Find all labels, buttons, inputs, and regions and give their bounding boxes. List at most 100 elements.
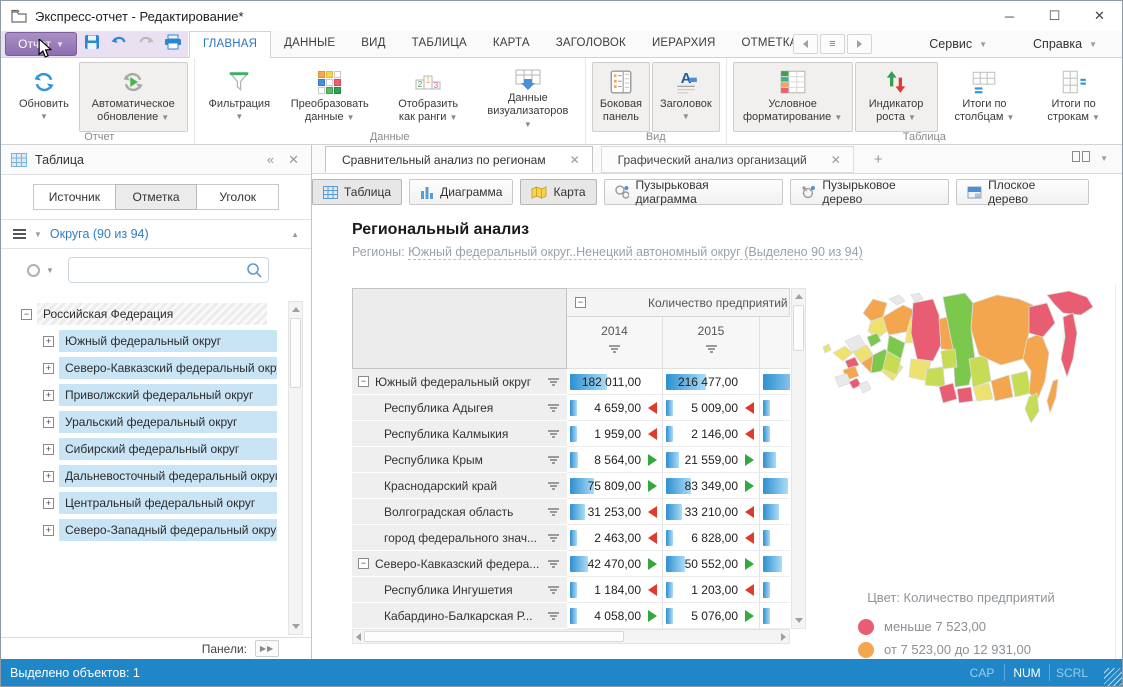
collapse-section-icon[interactable]: ▲ [291, 230, 299, 239]
filter-button[interactable]: Фильтрация ▼ [201, 62, 278, 132]
value-cell-partial[interactable] [760, 525, 790, 551]
value-cell-2014[interactable]: 42 470,00 [567, 551, 663, 577]
save-button[interactable] [83, 33, 101, 51]
tree-item[interactable]: +Дальневосточный федеральный округ [11, 463, 311, 489]
collapse-panel-icon[interactable]: « [267, 152, 274, 168]
filter-icon[interactable] [548, 456, 559, 464]
search-icon[interactable] [246, 262, 263, 279]
visualizer-data-button[interactable]: Данные визуализаторов ▼ [477, 62, 579, 132]
value-cell-partial[interactable] [760, 499, 790, 525]
new-tab-icon[interactable]: + [874, 151, 883, 168]
tab-mark[interactable]: Отметка [115, 184, 198, 210]
value-cell-2014[interactable]: 4 058,00 [567, 603, 663, 629]
table-row[interactable]: −Южный федеральный округ182 011,00216 47… [352, 369, 790, 395]
expand-icon[interactable]: + [43, 471, 54, 482]
row-header-cell[interactable]: Республика Крым [352, 447, 567, 473]
table-row[interactable]: Кабардино-Балкарская Р...4 058,005 076,0… [352, 603, 790, 629]
selection-mode-icon[interactable] [27, 264, 40, 277]
scroll-up-icon[interactable] [289, 302, 302, 317]
row-header-cell[interactable]: Республика Калмыкия [352, 421, 567, 447]
expand-icon[interactable]: + [43, 498, 54, 509]
value-cell-2015[interactable]: 33 210,00 [663, 499, 760, 525]
filter-icon[interactable] [548, 404, 559, 412]
show-as-ranks-button[interactable]: 213 Отобразить как ранги ▼ [381, 62, 474, 132]
split-view-control[interactable]: ▼ [1072, 151, 1108, 165]
redo-button[interactable] [137, 33, 155, 51]
table-row[interactable]: Краснодарский край75 809,0083 349,00 [352, 473, 790, 499]
ribbon-tab-view[interactable]: ВИД [348, 31, 398, 57]
ribbon-tab-table[interactable]: ТАБЛИЦА [399, 31, 480, 57]
tree-item[interactable]: +Северо-Западный федеральный округ [11, 517, 311, 543]
side-panel-button[interactable]: Боковая панель [592, 62, 650, 132]
value-cell-2014[interactable]: 8 564,00 [567, 447, 663, 473]
minimize-icon[interactable]: ─ [987, 1, 1032, 31]
value-cell-partial[interactable] [760, 421, 790, 447]
row-header-cell[interactable]: город федерального знач... [352, 525, 567, 551]
tab-source[interactable]: Источник [33, 184, 116, 210]
ribbon-tab-main[interactable]: ГЛАВНАЯ [189, 31, 271, 58]
subtitle-link[interactable]: Южный федеральный округ..Ненецкий автоно… [408, 245, 863, 260]
value-cell-2014[interactable]: 2 463,00 [567, 525, 663, 551]
print-button[interactable] [164, 33, 182, 51]
tree-item[interactable]: +Центральный федеральный округ [11, 490, 311, 516]
close-icon[interactable]: ✕ [1077, 1, 1122, 31]
filter-icon[interactable] [548, 430, 559, 438]
ribbon-tab-hierarchy[interactable]: ИЕРАРХИЯ [639, 31, 729, 57]
value-cell-partial[interactable] [760, 551, 790, 577]
expand-icon[interactable]: + [43, 417, 54, 428]
value-cell-partial[interactable] [760, 577, 790, 603]
value-cell-2015[interactable]: 1 203,00 [663, 577, 760, 603]
value-cell-2015[interactable]: 6 828,00 [663, 525, 760, 551]
row-header-cell[interactable]: Волгоградская область [352, 499, 567, 525]
collapse-icon[interactable]: − [21, 309, 32, 320]
value-cell-partial[interactable] [760, 603, 790, 629]
maximize-icon[interactable]: ☐ [1032, 1, 1077, 31]
filter-icon[interactable] [706, 345, 717, 353]
row-header-cell[interactable]: Кабардино-Балкарская Р... [352, 603, 567, 629]
row-header-cell[interactable]: −Северо-Кавказский федера... [352, 551, 567, 577]
conditional-formatting-button[interactable]: Условное форматирование ▼ [733, 62, 853, 132]
table-row[interactable]: Волгоградская область31 253,0033 210,00 [352, 499, 790, 525]
hamburger-icon[interactable] [13, 229, 26, 239]
value-cell-2015[interactable]: 5 009,00 [663, 395, 760, 421]
filter-icon[interactable] [548, 560, 559, 568]
service-menu[interactable]: Сервис▼ [929, 31, 987, 57]
scroll-left-icon[interactable] [356, 633, 361, 641]
transform-data-button[interactable]: Преобразовать данные ▼ [280, 62, 379, 132]
tree-item[interactable]: +Северо-Кавказский федеральный округ [11, 355, 311, 381]
value-cell-2014[interactable]: 182 011,00 [567, 369, 663, 395]
resize-grip[interactable] [1104, 668, 1122, 686]
chevron-down-icon[interactable]: ▼ [46, 266, 54, 275]
view-flat-tree-button[interactable]: Плоское дерево [956, 179, 1089, 205]
ribbon-tab-header[interactable]: ЗАГОЛОВОК [543, 31, 639, 57]
value-cell-partial[interactable] [760, 369, 790, 395]
filter-icon[interactable] [609, 345, 620, 353]
view-chart-button[interactable]: Диаграмма [409, 179, 513, 205]
table-row[interactable]: Республика Ингушетия1 184,001 203,00 [352, 577, 790, 603]
close-tab-icon[interactable]: ✕ [831, 153, 841, 167]
ribbon-tab-data[interactable]: ДАННЫЕ [271, 31, 348, 57]
tree-scrollbar[interactable] [288, 301, 303, 635]
table-horizontal-scrollbar[interactable] [352, 629, 790, 644]
close-tab-icon[interactable]: ✕ [570, 153, 580, 167]
row-header-cell[interactable]: Краснодарский край [352, 473, 567, 499]
expand-icon[interactable]: + [43, 444, 54, 455]
tab-scroll-right-button[interactable] [847, 34, 872, 54]
expand-icon[interactable]: + [43, 363, 54, 374]
column-header-2014[interactable]: 2014 [567, 317, 663, 369]
value-cell-2014[interactable]: 4 659,00 [567, 395, 663, 421]
ribbon-tab-map[interactable]: КАРТА [480, 31, 543, 57]
expand-icon[interactable]: + [43, 525, 54, 536]
filter-icon[interactable] [548, 534, 559, 542]
value-cell-2015[interactable]: 83 349,00 [663, 473, 760, 499]
header-button[interactable]: A Заголовок ▼ [652, 62, 720, 132]
view-table-button[interactable]: Таблица [312, 179, 402, 205]
table-row[interactable]: Республика Калмыкия1 959,002 146,00 [352, 421, 790, 447]
scroll-right-icon[interactable] [781, 633, 786, 641]
collapse-icon[interactable]: − [358, 558, 369, 569]
row-header-cell[interactable]: −Южный федеральный округ [352, 369, 567, 395]
view-bubble-tree-button[interactable]: Пузырьковое дерево [790, 179, 949, 205]
undo-button[interactable] [110, 33, 128, 51]
filter-icon[interactable] [548, 586, 559, 594]
filter-icon[interactable] [548, 612, 559, 620]
